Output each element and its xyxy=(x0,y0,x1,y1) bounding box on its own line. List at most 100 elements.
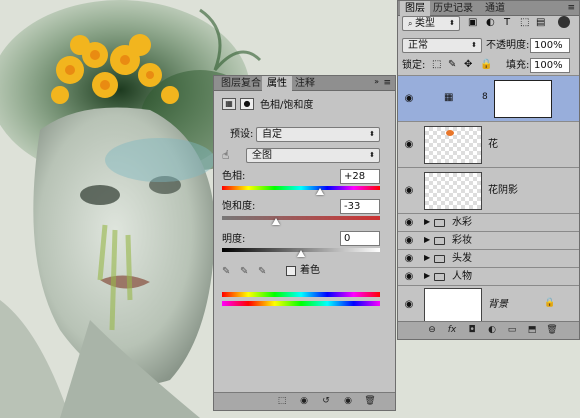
adjustment-thumbnail-icon: ▦ xyxy=(444,92,454,103)
eyedropper-minus-icon[interactable]: ✎ xyxy=(258,266,266,277)
hue-slider-track[interactable] xyxy=(222,186,380,190)
layer-row-group-makeup[interactable]: ◉ ▶ 彩妆 xyxy=(398,232,579,250)
lightness-input[interactable]: 0 xyxy=(340,231,380,246)
layer-name: 水彩 xyxy=(452,217,472,228)
layer-row-flower[interactable]: ◉ 花 xyxy=(398,122,579,168)
expand-arrow-icon[interactable]: ▶ xyxy=(424,253,430,262)
layer-mask-thumbnail xyxy=(494,80,552,118)
visibility-eye-icon[interactable]: ◉ xyxy=(402,253,416,264)
fill-label: 填充: xyxy=(506,60,530,71)
colorize-checkbox[interactable] xyxy=(286,266,296,276)
filter-toggle-icon[interactable] xyxy=(558,16,570,28)
filter-smart-icon[interactable]: ▤ xyxy=(536,17,545,28)
saturation-slider-thumb[interactable] xyxy=(272,218,280,225)
reset-icon[interactable]: ↺ xyxy=(320,396,332,407)
filter-type-icon[interactable]: T xyxy=(504,17,510,28)
view-previous-icon[interactable]: ◉ xyxy=(298,396,310,407)
layer-name: 人物 xyxy=(452,271,472,282)
filter-kind-select[interactable]: ⌕ 类型 ⬍ xyxy=(402,16,460,31)
clip-to-layer-icon[interactable]: ⬚ xyxy=(276,396,288,407)
new-group-icon[interactable]: ▭ xyxy=(506,325,518,336)
new-layer-icon[interactable]: ⬒ xyxy=(526,325,538,336)
fx-icon[interactable]: fx xyxy=(446,325,458,336)
chevron-updown-icon: ⬍ xyxy=(471,41,477,49)
color-spectrum-top xyxy=(222,292,380,297)
lock-transparent-icon[interactable]: ⬚ xyxy=(432,59,441,70)
layer-row-adjustment[interactable]: ◉ ▦ 8 xyxy=(398,76,579,122)
layer-row-group-hair[interactable]: ◉ ▶ 头发 xyxy=(398,250,579,268)
link-layers-icon[interactable]: ⊖ xyxy=(426,325,438,336)
lock-pixels-icon[interactable]: ✎ xyxy=(448,59,456,70)
add-mask-icon[interactable]: ◘ xyxy=(466,325,478,336)
visibility-eye-icon[interactable]: ◉ xyxy=(402,271,416,282)
lock-label: 锁定: xyxy=(402,60,426,71)
folder-icon xyxy=(434,219,445,227)
layer-name: 彩妆 xyxy=(452,235,472,246)
layer-row-flower-shadow[interactable]: ◉ 花阴影 xyxy=(398,168,579,214)
fill-input[interactable]: 100% xyxy=(530,58,570,73)
layers-bottom-bar: ⊖ fx ◘ ◐ ▭ ⬒ 🗑 xyxy=(398,321,579,339)
folder-icon xyxy=(434,255,445,263)
eyedropper-icon[interactable]: ✎ xyxy=(222,266,230,277)
trash-icon[interactable]: 🗑 xyxy=(364,396,376,407)
filter-shape-icon[interactable]: ⬚ xyxy=(520,17,529,28)
folder-icon xyxy=(434,273,445,281)
document-canvas[interactable]: 图层复合 属性 注释 ≡ » ▦ ● 色相/饱和度 预设: 自定 ⬍ ☝ 全图 ⬍ … xyxy=(0,0,580,418)
lock-position-icon[interactable]: ✥ xyxy=(464,59,472,70)
new-adjustment-icon[interactable]: ◐ xyxy=(486,325,498,336)
visibility-eye-icon[interactable]: ◉ xyxy=(402,217,416,228)
folder-icon xyxy=(434,237,445,245)
saturation-input[interactable]: -33 xyxy=(340,199,380,214)
lock-icon: 🔒 xyxy=(544,298,556,308)
visibility-eye-icon[interactable]: ◉ xyxy=(402,139,416,150)
properties-tabbar: 图层复合 属性 注释 ≡ » xyxy=(214,76,395,91)
colorize-label: 着色 xyxy=(300,265,320,276)
channel-select[interactable]: 全图 ⬍ xyxy=(246,148,380,163)
expand-arrow-icon[interactable]: ▶ xyxy=(424,217,430,226)
color-spectrum-bottom xyxy=(222,301,380,306)
blend-mode-select[interactable]: 正常 ⬍ xyxy=(402,38,482,53)
chevron-updown-icon: ⬍ xyxy=(369,130,375,138)
lightness-slider-thumb[interactable] xyxy=(297,250,305,257)
filter-adjust-icon[interactable]: ◐ xyxy=(486,17,495,28)
lightness-label: 明度: xyxy=(222,234,246,245)
adjustment-layer-icon[interactable]: ▦ xyxy=(222,98,236,110)
panel-menu-icon[interactable]: ≡ xyxy=(567,3,575,13)
tab-layer-comps[interactable]: 图层复合 xyxy=(216,76,266,91)
hue-slider-thumb[interactable] xyxy=(316,188,324,195)
layer-mask-icon[interactable]: ● xyxy=(240,98,254,110)
saturation-label: 饱和度: xyxy=(222,201,256,212)
tab-notes[interactable]: 注释 xyxy=(290,76,320,91)
saturation-slider-track[interactable] xyxy=(222,216,380,220)
tab-properties[interactable]: 属性 xyxy=(262,76,292,91)
filter-pixel-icon[interactable]: ▣ xyxy=(468,17,477,28)
opacity-input[interactable]: 100% xyxy=(530,38,570,53)
expand-arrow-icon[interactable]: ▶ xyxy=(424,235,430,244)
tab-history[interactable]: 历史记录 xyxy=(428,1,478,16)
visibility-icon[interactable]: ◉ xyxy=(342,396,354,407)
visibility-eye-icon[interactable]: ◉ xyxy=(402,235,416,246)
eyedropper-plus-icon[interactable]: ✎ xyxy=(240,266,248,277)
hue-input[interactable]: +28 xyxy=(340,169,380,184)
visibility-eye-icon[interactable]: ◉ xyxy=(402,299,416,310)
collapse-icon[interactable]: » xyxy=(374,77,379,86)
layer-thumbnail xyxy=(424,288,482,322)
layer-row-group-watercolor[interactable]: ◉ ▶ 水彩 xyxy=(398,214,579,232)
tab-layers[interactable]: 图层 xyxy=(400,1,430,16)
properties-bottom-bar: ⬚ ◉ ↺ ◉ 🗑 xyxy=(214,392,395,410)
fill-value: 100% xyxy=(534,60,563,71)
visibility-eye-icon[interactable]: ◉ xyxy=(402,185,416,196)
lock-all-icon[interactable]: 🔒 xyxy=(480,59,492,70)
visibility-eye-icon[interactable]: ◉ xyxy=(402,93,416,104)
panel-menu-icon[interactable]: ≡ xyxy=(383,78,391,88)
link-icon[interactable]: 8 xyxy=(482,92,488,102)
layer-name: 花阴影 xyxy=(488,185,518,196)
tab-channels[interactable]: 通道 xyxy=(480,1,510,16)
expand-arrow-icon[interactable]: ▶ xyxy=(424,271,430,280)
hand-adjust-icon[interactable]: ☝ xyxy=(222,148,229,162)
layer-row-background[interactable]: ◉ 背景 🔒 xyxy=(398,286,579,324)
search-icon: ⌕ xyxy=(408,19,416,28)
preset-select[interactable]: 自定 ⬍ xyxy=(256,127,380,142)
trash-icon[interactable]: 🗑 xyxy=(546,325,558,336)
layer-row-group-person[interactable]: ◉ ▶ 人物 xyxy=(398,268,579,286)
